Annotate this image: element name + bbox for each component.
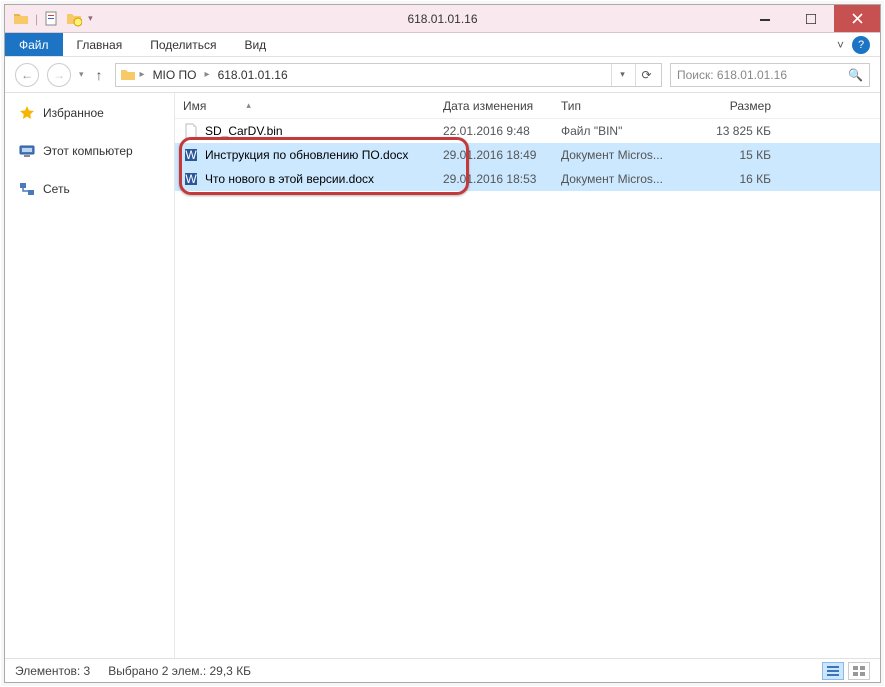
sidebar-item-network[interactable]: Сеть — [5, 177, 174, 201]
view-icons-button[interactable] — [848, 662, 870, 680]
column-header-date[interactable]: Дата изменения — [443, 99, 561, 113]
column-label: Имя — [183, 99, 206, 113]
svg-text:W: W — [185, 148, 197, 162]
view-details-button[interactable] — [822, 662, 844, 680]
qat-divider: | — [35, 12, 38, 26]
tab-view[interactable]: Вид — [230, 33, 280, 56]
computer-icon — [19, 143, 35, 159]
column-header-name[interactable]: Имя ▴ — [183, 99, 443, 113]
column-header-size[interactable]: Размер — [679, 99, 779, 113]
file-type: Файл "BIN" — [561, 124, 679, 138]
sidebar-item-this-pc[interactable]: Этот компьютер — [5, 139, 174, 163]
column-header-type[interactable]: Тип — [561, 99, 679, 113]
word-icon: W — [183, 147, 199, 163]
new-folder-icon[interactable] — [66, 11, 82, 27]
status-item-count: Элементов: 3 — [15, 664, 90, 678]
file-rows: SD_CarDV.bin 22.01.2016 9:48 Файл "BIN" … — [175, 119, 880, 658]
tab-share[interactable]: Поделиться — [136, 33, 230, 56]
breadcrumb-item[interactable]: MIO ПО — [149, 68, 201, 82]
explorer-window: | ▾ 618.01.01.16 Файл Главная Поделиться… — [4, 4, 881, 683]
title-bar[interactable]: | ▾ 618.01.01.16 — [5, 5, 880, 33]
chevron-right-icon[interactable]: ▸ — [140, 69, 145, 80]
file-size: 16 КБ — [679, 172, 779, 186]
sidebar-label: Сеть — [43, 182, 70, 196]
file-list-area: Имя ▴ Дата изменения Тип Размер SD_CarDV.… — [175, 93, 880, 658]
maximize-button[interactable] — [788, 5, 834, 32]
folder-icon — [120, 67, 136, 83]
file-date: 22.01.2016 9:48 — [443, 124, 561, 138]
file-row[interactable]: SD_CarDV.bin 22.01.2016 9:48 Файл "BIN" … — [175, 119, 880, 143]
refresh-button[interactable]: ⟳ — [635, 64, 657, 86]
sidebar-label: Этот компьютер — [43, 144, 133, 158]
star-icon — [19, 105, 35, 121]
file-name: Что нового в этой версии.docx — [205, 172, 374, 186]
recent-dropdown-icon[interactable]: ▾ — [79, 69, 84, 80]
network-icon — [19, 181, 35, 197]
tab-file[interactable]: Файл — [5, 33, 63, 56]
search-input[interactable]: Поиск: 618.01.01.16 🔍 — [670, 63, 870, 87]
body: Избранное Этот компьютер Сеть Имя ▴ Дата … — [5, 93, 880, 658]
back-button[interactable]: ← — [15, 63, 39, 87]
breadcrumb-label: 618.01.01.16 — [218, 68, 288, 82]
file-size: 15 КБ — [679, 148, 779, 162]
file-date: 29.01.2016 18:53 — [443, 172, 561, 186]
properties-icon[interactable] — [44, 11, 60, 27]
help-icon[interactable]: ? — [852, 36, 870, 54]
quick-access-toolbar: | ▾ — [5, 11, 93, 27]
navigation-bar: ← → ▾ ↑ ▸ MIO ПО ▸ 618.01.01.16 ▾ ⟳ Поис… — [5, 57, 880, 93]
file-name: SD_CarDV.bin — [205, 124, 283, 138]
status-selection: Выбрано 2 элем.: 29,3 КБ — [108, 664, 251, 678]
chevron-right-icon[interactable]: ▸ — [205, 69, 210, 80]
navigation-pane[interactable]: Избранное Этот компьютер Сеть — [5, 93, 175, 658]
svg-text:W: W — [185, 172, 197, 186]
ribbon-expand-icon[interactable]: ˅ — [837, 38, 844, 52]
file-type: Документ Micros... — [561, 148, 679, 162]
up-button[interactable]: ↑ — [92, 67, 107, 83]
qat-dropdown-icon[interactable]: ▾ — [88, 13, 93, 24]
word-icon: W — [183, 171, 199, 187]
sidebar-item-favorites[interactable]: Избранное — [5, 101, 174, 125]
ribbon-tabs: Файл Главная Поделиться Вид ˅ ? — [5, 33, 880, 57]
search-placeholder: Поиск: 618.01.01.16 — [677, 68, 842, 82]
close-button[interactable] — [834, 5, 880, 32]
minimize-button[interactable] — [742, 5, 788, 32]
file-size: 13 825 КБ — [679, 124, 779, 138]
window-controls — [742, 5, 880, 32]
tab-home[interactable]: Главная — [63, 33, 137, 56]
breadcrumb-label: MIO ПО — [153, 68, 197, 82]
address-dropdown-icon[interactable]: ▾ — [611, 64, 633, 86]
file-row[interactable]: W Что нового в этой версии.docx 29.01.201… — [175, 167, 880, 191]
folder-icon — [13, 11, 29, 27]
file-icon — [183, 123, 199, 139]
sidebar-label: Избранное — [43, 106, 104, 120]
file-date: 29.01.2016 18:49 — [443, 148, 561, 162]
column-headers[interactable]: Имя ▴ Дата изменения Тип Размер — [175, 93, 880, 119]
search-icon: 🔍 — [848, 68, 863, 82]
breadcrumb-item[interactable]: 618.01.01.16 — [214, 68, 292, 82]
file-name: Инструкция по обновлению ПО.docx — [205, 148, 408, 162]
file-type: Документ Micros... — [561, 172, 679, 186]
address-bar[interactable]: ▸ MIO ПО ▸ 618.01.01.16 ▾ ⟳ — [115, 63, 662, 87]
status-bar: Элементов: 3 Выбрано 2 элем.: 29,3 КБ — [5, 658, 880, 682]
sort-indicator-icon: ▴ — [246, 100, 251, 111]
file-row[interactable]: W Инструкция по обновлению ПО.docx 29.01.… — [175, 143, 880, 167]
forward-button[interactable]: → — [47, 63, 71, 87]
